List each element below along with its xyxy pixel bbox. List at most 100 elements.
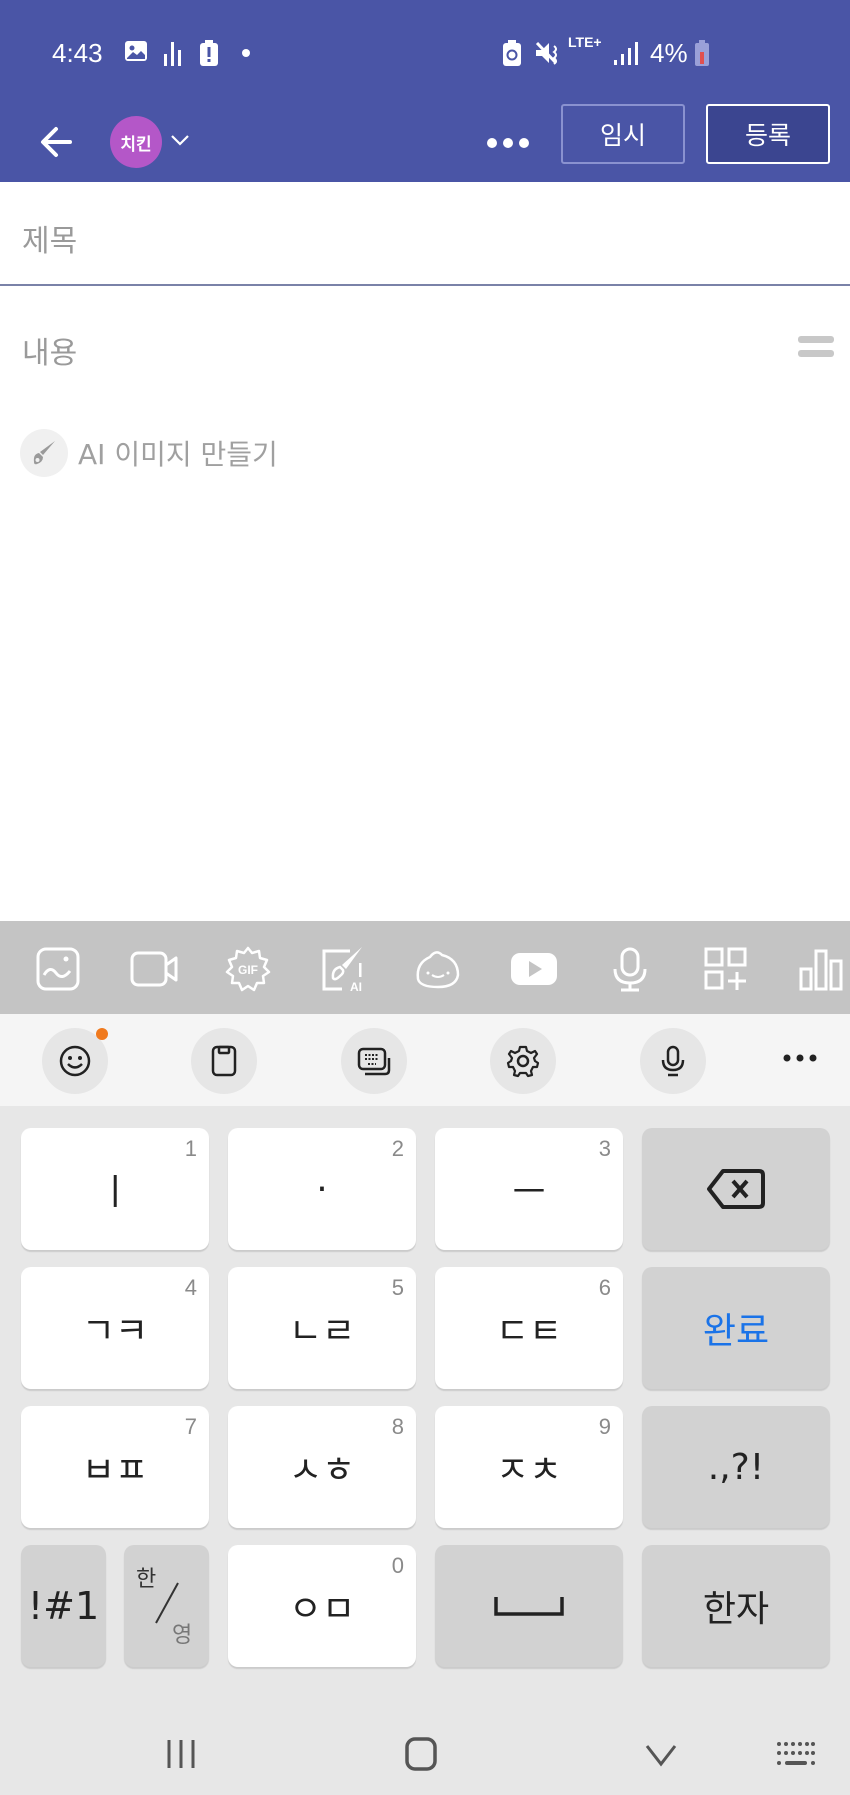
key-label: 완료 [702,1311,770,1352]
youtube-icon[interactable] [510,945,558,993]
content-placeholder: 내용 [22,336,78,371]
recent-apps-icon[interactable] [164,1738,198,1770]
board-chip-label: 치킨 [120,134,152,155]
key-i[interactable]: ㅣ1 [21,1128,209,1250]
poll-icon[interactable] [798,945,846,993]
key-s-h[interactable]: ㅅㅎ 8 [228,1406,416,1528]
voice-input-button[interactable] [640,1028,706,1094]
hide-keyboard-icon[interactable] [644,1742,678,1768]
settings-button[interactable] [490,1028,556,1094]
key-label: ㅅㅎ [288,1450,356,1491]
space-key[interactable] [435,1545,623,1667]
gif-icon[interactable]: GIF [224,945,272,993]
key-j-ch[interactable]: ㅈㅊ 9 [435,1406,623,1528]
lte-plus-icon: LTE+ [568,34,602,50]
key-d-t[interactable]: ㄷㅌ 6 [435,1267,623,1389]
dot-icon [242,49,250,57]
notification-dot [96,1028,108,1040]
symbols-key[interactable]: !#1 [21,1545,106,1667]
image-icon[interactable] [34,945,82,993]
key-label: ㅈㅊ [495,1450,563,1491]
battery-low-icon [695,40,709,66]
sticker-icon[interactable] [414,945,462,993]
punctuation-key[interactable]: .,?! [642,1406,830,1528]
gallery-icon [125,41,147,61]
key-label: ㅣ [98,1172,132,1213]
key-label: ㅡ [512,1172,546,1213]
key-number: 7 [184,1414,197,1439]
language-switch-key[interactable]: 한 영 [124,1545,209,1667]
more-horizontal-icon[interactable] [486,128,530,158]
keyboard-switch-icon[interactable] [776,1740,816,1770]
key-label: 한자 [702,1589,770,1630]
key-number: 1 [184,1136,197,1161]
key-number: 2 [391,1136,404,1161]
add-widget-icon[interactable] [702,945,750,993]
clock: 4:43 [52,38,103,68]
ai-image-button[interactable]: AI 이미지 만들기 [20,428,278,478]
keyboard-mode-button[interactable] [341,1028,407,1094]
key-number: 5 [391,1275,404,1300]
backspace-icon [707,1169,765,1209]
key-label: .,?! [707,1446,765,1488]
backspace-key[interactable] [642,1128,830,1250]
post-button[interactable]: 등록 [706,104,830,164]
key-number: 8 [391,1414,404,1439]
gear-icon [506,1045,540,1078]
key-label: ㄱㅋ [81,1311,149,1352]
key-number: 4 [184,1275,197,1300]
title-input[interactable]: 제목 [0,182,850,286]
clipboard-button[interactable] [191,1028,257,1094]
battery-alert-icon [200,40,218,66]
key-number: 9 [598,1414,611,1439]
cell-signal-icon [614,42,638,65]
drag-handle-icon[interactable] [798,336,834,364]
vibrate-mute-icon [535,41,558,65]
home-icon[interactable] [404,1736,438,1772]
key-label: ㄴㄹ [288,1311,356,1352]
board-chip[interactable]: 치킨 [110,116,162,168]
key-number: 6 [598,1275,611,1300]
voice-record-icon[interactable] [606,945,654,993]
key-label: · [316,1168,328,1210]
key-label-bottom: 영 [172,1623,193,1648]
content-input[interactable]: 내용 [0,288,850,408]
key-ng-m[interactable]: ㅇㅁ 0 [228,1545,416,1667]
key-label: !#1 [27,1584,100,1628]
signal-bars-icon [164,42,181,66]
key-label: ㅇㅁ [288,1589,356,1630]
navigation-bar [0,1700,850,1795]
keyboard-toolbar [0,1014,850,1106]
video-icon[interactable] [130,945,178,993]
key-number: 0 [391,1553,404,1578]
more-options-icon[interactable] [782,1052,818,1064]
done-key[interactable]: 완료 [642,1267,830,1389]
hanja-key[interactable]: 한자 [642,1545,830,1667]
attach-toolbar: GIF AI [0,921,850,1014]
key-label: ㄷㅌ [495,1311,563,1352]
paintbrush-icon [20,429,68,477]
svg-text:AI: AI [350,980,362,993]
title-placeholder: 제목 [22,224,78,259]
key-b-p[interactable]: ㅂㅍ 7 [21,1406,209,1528]
battery-percent: 4% [650,38,688,68]
back-arrow-icon[interactable] [36,120,80,164]
key-g-k[interactable]: ㄱㅋ 4 [21,1267,209,1389]
temp-save-button[interactable]: 임시 [561,104,685,164]
emoji-icon [59,1045,91,1077]
chevron-down-icon[interactable] [170,130,190,150]
key-eu[interactable]: ㅡ3 [435,1128,623,1250]
clipboard-icon [211,1045,237,1077]
key-number: 3 [598,1136,611,1161]
space-icon [494,1597,564,1616]
battery-saver-icon [503,40,521,66]
key-dot[interactable]: · 2 [228,1128,416,1250]
status-bar: 4:43 LTE+ 4% [0,0,850,106]
key-label: ㅂㅍ [81,1450,149,1491]
ai-drawing-icon[interactable]: AI [320,945,368,993]
key-n-r[interactable]: ㄴㄹ 5 [228,1267,416,1389]
svg-text:GIF: GIF [238,963,258,977]
keyboard-mode-icon [357,1047,391,1076]
keyboard: ㅣ1 · 2 ㅡ3 ㄱㅋ 4 ㄴㄹ 5 ㄷㅌ 6 완료 ㅂㅍ 7 ㅅㅎ 8 ㅈㅊ 9 .,?!… [0,1014,850,1795]
microphone-icon [661,1045,685,1077]
